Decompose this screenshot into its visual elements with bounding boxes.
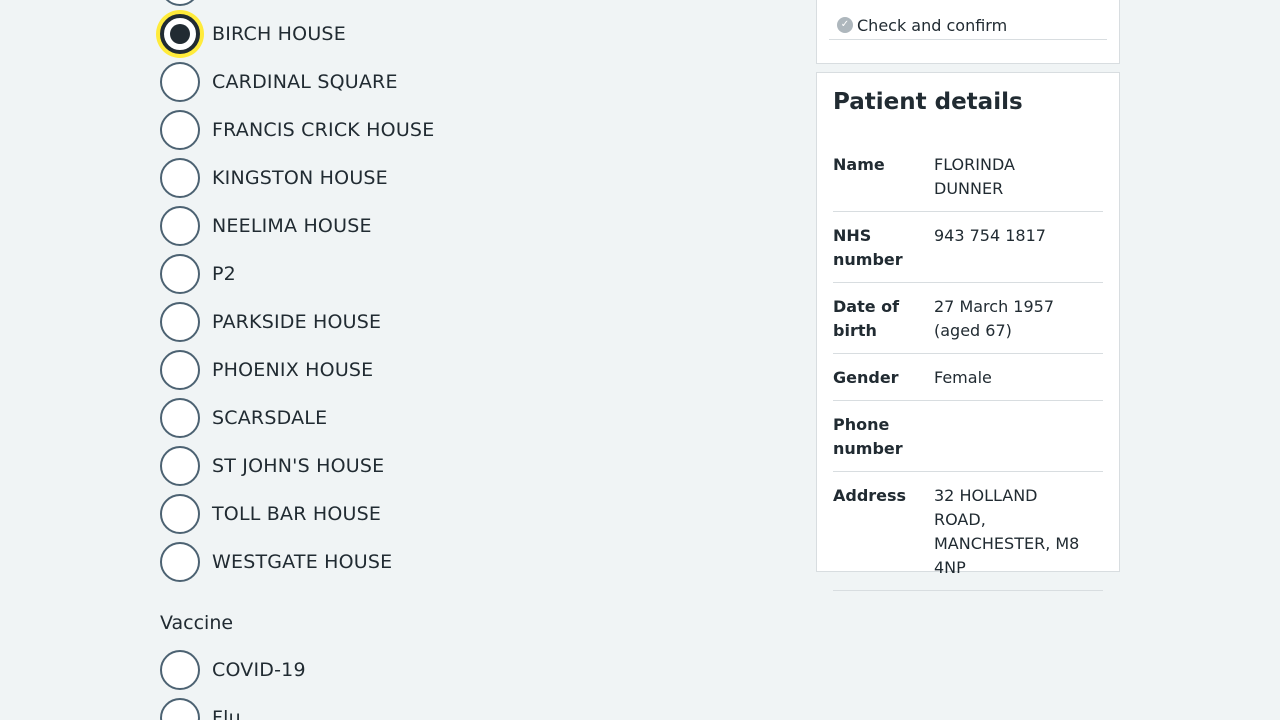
location-radio-phoenix-house[interactable]: PHOENIX HOUSE (160, 350, 760, 390)
radio-circle[interactable] (160, 62, 200, 102)
summary-key: Gender (833, 368, 899, 387)
radio-label: KINGSTON HOUSE (212, 167, 388, 189)
summary-value: 32 HOLLAND ROAD, MANCHESTER, M8 4NP (934, 486, 1080, 577)
radio-circle[interactable] (160, 350, 200, 390)
summary-key: Phone number (833, 415, 903, 458)
radio-label: PARKSIDE HOUSE (212, 311, 382, 333)
radio-label: FRANCIS CRICK HOUSE (212, 119, 435, 141)
patient-summary-list: Name FLORINDA DUNNER NHS number 943 754 … (833, 141, 1103, 591)
patient-details-title: Patient details (833, 89, 1023, 115)
check-circle-icon: ✓ (837, 17, 853, 33)
radio-label: SCARSDALE (212, 407, 328, 429)
radio-label: ST JOHN'S HOUSE (212, 455, 385, 477)
summary-value: FLORINDA DUNNER (934, 155, 1015, 198)
radio-label: BIRCH HOUSE (212, 23, 346, 45)
radio-label: TOLL BAR HOUSE (212, 503, 382, 525)
task-list-card: ✓ Check and confirm (816, 0, 1120, 64)
summary-key: Date of birth (833, 297, 900, 340)
radio-circle[interactable] (160, 650, 200, 690)
summary-row-date-of-birth: Date of birth 27 March 1957 (aged 67) (833, 283, 1103, 354)
radio-circle[interactable] (160, 698, 200, 720)
radio-label: Flu (212, 707, 241, 720)
task-item-label: Check and confirm (857, 15, 1008, 35)
location-radio-toll-bar-house[interactable]: TOLL BAR HOUSE (160, 494, 760, 534)
summary-row-gender: Gender Female (833, 354, 1103, 401)
location-radio-st-johns-house[interactable]: ST JOHN'S HOUSE (160, 446, 760, 486)
radio-circle[interactable] (160, 446, 200, 486)
task-item-check-and-confirm[interactable]: ✓ Check and confirm (829, 11, 1107, 40)
location-radio-parkside-house[interactable]: PARKSIDE HOUSE (160, 302, 760, 342)
radio-label: PHOENIX HOUSE (212, 359, 374, 381)
summary-key: Name (833, 155, 885, 174)
radio-circle[interactable] (160, 494, 200, 534)
summary-row-address: Address 32 HOLLAND ROAD, MANCHESTER, M8 … (833, 472, 1103, 591)
location-radio-cardinal-square[interactable]: CARDINAL SQUARE (160, 62, 760, 102)
radio-circle[interactable] (160, 0, 200, 6)
summary-value (934, 413, 1084, 461)
location-radio-birch-house[interactable]: BIRCH HOUSE (160, 14, 760, 54)
vaccine-radio-covid-19[interactable]: COVID-19 (160, 650, 760, 690)
radio-circle[interactable] (160, 398, 200, 438)
patient-details-card: Patient details Name FLORINDA DUNNER NHS… (816, 72, 1120, 591)
location-radio-0[interactable] (160, 0, 760, 6)
location-radio-group: BIRCH HOUSE CARDINAL SQUARE FRANCIS CRIC… (160, 0, 760, 720)
location-radio-francis-crick-house[interactable]: FRANCIS CRICK HOUSE (160, 110, 760, 150)
summary-value: 27 March 1957 (aged 67) (934, 297, 1055, 340)
location-radio-scarsdale[interactable]: SCARSDALE (160, 398, 760, 438)
summary-value: 943 754 1817 (934, 226, 1046, 245)
summary-key: NHS number (833, 226, 903, 269)
summary-row-nhs-number: NHS number 943 754 1817 (833, 212, 1103, 283)
summary-value: Female (934, 368, 992, 387)
location-radio-westgate-house[interactable]: WESTGATE HOUSE (160, 542, 760, 582)
radio-circle[interactable] (160, 206, 200, 246)
location-radio-kingston-house[interactable]: KINGSTON HOUSE (160, 158, 760, 198)
radio-circle[interactable] (160, 542, 200, 582)
radio-label: WESTGATE HOUSE (212, 551, 393, 573)
summary-key: Address (833, 486, 907, 505)
vaccine-legend: Vaccine (160, 612, 234, 634)
radio-circle[interactable] (160, 110, 200, 150)
radio-circle[interactable] (160, 302, 200, 342)
radio-label: P2 (212, 263, 236, 285)
radio-circle[interactable] (160, 254, 200, 294)
location-radio-neelima-house[interactable]: NEELIMA HOUSE (160, 206, 760, 246)
radio-circle[interactable] (160, 158, 200, 198)
location-radio-p2[interactable]: P2 (160, 254, 760, 294)
page: BIRCH HOUSE CARDINAL SQUARE FRANCIS CRIC… (0, 0, 1280, 720)
radio-circle[interactable] (160, 14, 200, 54)
summary-row-name: Name FLORINDA DUNNER (833, 141, 1103, 212)
radio-label: COVID-19 (212, 659, 306, 681)
vaccine-radio-flu[interactable]: Flu (160, 698, 760, 720)
radio-label: NEELIMA HOUSE (212, 215, 372, 237)
radio-label: CARDINAL SQUARE (212, 71, 398, 93)
summary-row-phone-number: Phone number (833, 401, 1103, 472)
